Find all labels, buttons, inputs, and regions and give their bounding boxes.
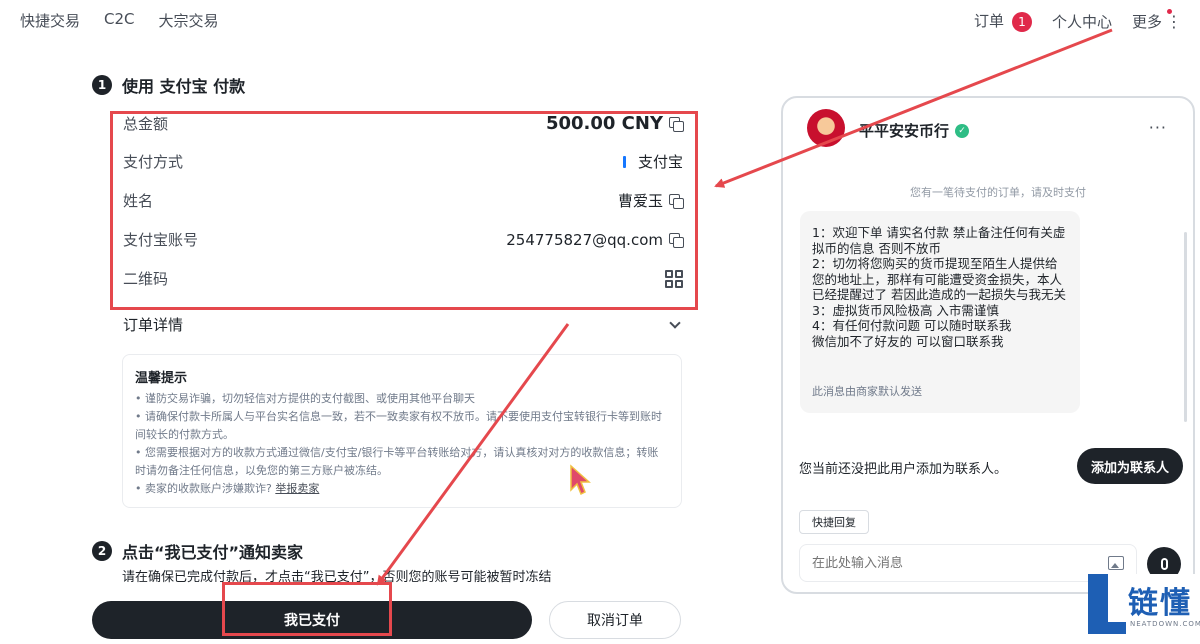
microphone-icon [1160, 558, 1168, 570]
chat-input-box [799, 544, 1137, 582]
step-2-title: 点击“我已支付”通知卖家 [122, 543, 304, 562]
order-detail-label: 订单详情 [123, 316, 184, 334]
merchant-name-wrap: 平平安安币行 ✓ [859, 120, 970, 141]
nav-orders-label: 订单 [973, 12, 1004, 30]
nav-c2c[interactable]: C2C [104, 10, 135, 31]
payment-info-highlight [110, 111, 698, 310]
message-input[interactable] [812, 555, 1072, 571]
nav-more[interactable]: 更多 ⋮ [1131, 8, 1182, 32]
message-footer: 此消息由商家默认发送 [812, 385, 922, 398]
step-2-number: 2 [92, 541, 112, 561]
merchant-message: 1：欢迎下单 请实名付款 禁止备注任何有关虚拟币的信息 否则不放币 2：切勿将您… [800, 211, 1080, 413]
step-2-header: 2 点击“我已支付”通知卖家 [92, 539, 303, 563]
logo-cn-text: 链懂 [1128, 586, 1192, 621]
orders-count-badge: 1 [1011, 12, 1032, 32]
report-seller-link[interactable]: 举报卖家 [275, 482, 319, 495]
step-1-header: 1 使用 支付宝 付款 [92, 73, 245, 97]
tip-item-text: 卖家的收款账户涉嫌欺诈? [145, 482, 272, 495]
neatdown-logo: 链懂 NEATDOWN.COM [1088, 574, 1200, 644]
chat-more-icon[interactable]: ··· [1149, 118, 1167, 137]
quick-reply-button[interactable]: 快捷回复 [799, 510, 869, 534]
order-detail-toggle[interactable]: 订单详情 [123, 314, 683, 335]
image-upload-icon[interactable] [1108, 556, 1124, 570]
nav-profile[interactable]: 个人中心 [1052, 11, 1112, 32]
mouse-cursor-icon [570, 464, 591, 496]
cancel-order-button[interactable]: 取消订单 [549, 601, 681, 639]
chat-panel: 平平安安币行 ✓ ··· 您有一笔待支付的订单，请及时支付 1：欢迎下单 请实名… [781, 96, 1195, 594]
chat-scrollbar[interactable] [1184, 232, 1187, 422]
nav-left: 快捷交易 C2C 大宗交易 [20, 10, 219, 31]
tip-item: 谨防交易诈骗，切勿轻信对方提供的支付截图、或使用其他平台聊天 [135, 390, 669, 408]
nav-orders[interactable]: 订单 1 [974, 10, 1032, 32]
notification-dot-icon [1167, 8, 1172, 14]
add-contact-button[interactable]: 添加为联系人 [1077, 448, 1183, 484]
warm-tips-box: 温馨提示 谨防交易诈骗，切勿轻信对方提供的支付截图、或使用其他平台聊天 请确保付… [122, 354, 682, 508]
paid-button-highlight [222, 582, 392, 636]
nav-block-trade[interactable]: 大宗交易 [159, 10, 219, 31]
chat-notice: 您有一笔待支付的订单，请及时支付 [910, 186, 1086, 199]
chevron-down-icon [669, 316, 681, 329]
step-1-number: 1 [92, 75, 112, 95]
nav-right: 订单 1 个人中心 更多 ⋮ [974, 8, 1182, 32]
tip-item: 请确保付款卡所属人与平台实名信息一致，若不一致卖家有权不放币。请不要使用支付宝转… [135, 408, 669, 444]
logo-mark [1088, 574, 1126, 634]
step-1-title: 使用 支付宝 付款 [122, 77, 246, 96]
kebab-menu-icon: ⋮ [1166, 11, 1182, 31]
logo-en-text: NEATDOWN.COM [1130, 620, 1200, 628]
tips-title: 温馨提示 [135, 371, 188, 386]
verified-check-icon: ✓ [955, 123, 970, 138]
nav-more-label: 更多 [1131, 12, 1162, 31]
nav-quick-trade[interactable]: 快捷交易 [20, 10, 80, 31]
top-nav: 快捷交易 C2C 大宗交易 订单 1 个人中心 更多 ⋮ [0, 0, 1200, 44]
message-text: 1：欢迎下单 请实名付款 禁止备注任何有关虚拟币的信息 否则不放币 2：切勿将您… [812, 225, 1066, 349]
contact-prompt: 您当前还没把此用户添加为联系人。 [799, 462, 1008, 477]
merchant-avatar [807, 109, 845, 147]
merchant-name: 平平安安币行 [859, 122, 950, 140]
